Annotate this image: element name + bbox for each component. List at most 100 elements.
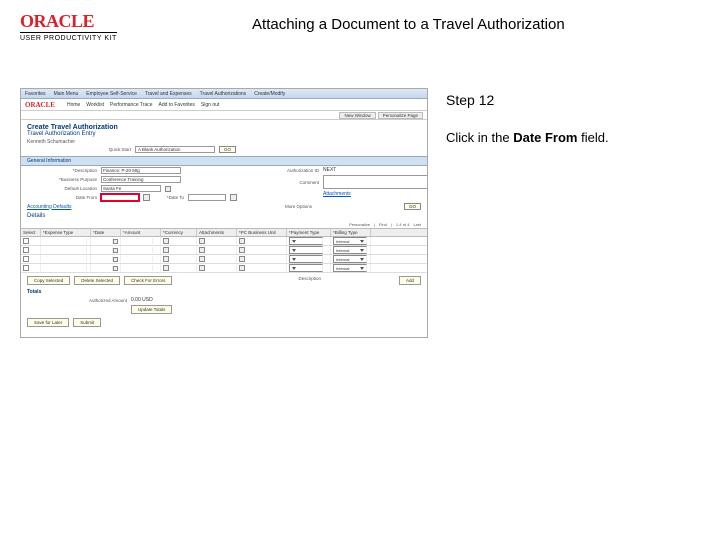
date-from-input[interactable] bbox=[101, 194, 139, 201]
currency-lookup-icon[interactable] bbox=[163, 265, 169, 271]
comment-textarea[interactable] bbox=[323, 175, 428, 189]
favorites-link[interactable]: Add to Favorites bbox=[159, 102, 195, 108]
grid-nav: Personalize| Find| 1-4 of 4 Last bbox=[21, 221, 427, 228]
attachment-icon[interactable] bbox=[199, 238, 205, 244]
check-errors-button[interactable]: Check For Errors bbox=[124, 276, 172, 285]
billing-type-select[interactable]: Internal bbox=[333, 255, 367, 263]
amount-input[interactable] bbox=[123, 247, 153, 253]
expense-type-input[interactable] bbox=[43, 265, 87, 271]
breadcrumb-item[interactable]: Create/Modify bbox=[254, 91, 285, 97]
attachment-icon[interactable] bbox=[199, 256, 205, 262]
breadcrumb-item[interactable]: Travel and Expenses bbox=[145, 91, 192, 97]
authorized-amount-value: 0.00 USD bbox=[131, 297, 153, 303]
payment-type-select[interactable] bbox=[289, 237, 323, 245]
description2-input[interactable] bbox=[325, 276, 395, 285]
attachment-icon[interactable] bbox=[199, 265, 205, 271]
personalize-page-tab[interactable]: Personalize Page bbox=[378, 112, 423, 119]
breadcrumb-item[interactable]: Travel Authorizations bbox=[200, 91, 247, 97]
calendar-icon[interactable] bbox=[113, 257, 118, 262]
calendar-icon[interactable] bbox=[230, 194, 237, 201]
quick-start-select[interactable]: A Blank Authorization bbox=[135, 146, 215, 153]
row-select-checkbox[interactable] bbox=[23, 247, 29, 253]
breadcrumb-item[interactable]: Main Menu bbox=[54, 91, 79, 97]
expense-type-input[interactable] bbox=[43, 238, 87, 244]
details-table-header: Select *Expense Type *Date *Amount *Curr… bbox=[21, 228, 427, 237]
pc-bu-lookup-icon[interactable] bbox=[239, 265, 245, 271]
row-select-checkbox[interactable] bbox=[23, 265, 29, 271]
submit-button[interactable]: Submit bbox=[73, 318, 101, 327]
calendar-icon[interactable] bbox=[143, 194, 150, 201]
add-button[interactable]: Add bbox=[399, 276, 421, 285]
row-select-checkbox[interactable] bbox=[23, 256, 29, 262]
step-text-bold: Date From bbox=[513, 130, 577, 145]
description-label: *Description bbox=[27, 168, 97, 173]
calendar-icon[interactable] bbox=[113, 239, 118, 244]
billing-type-select[interactable]: Internal bbox=[333, 237, 367, 245]
currency-lookup-icon[interactable] bbox=[163, 238, 169, 244]
worklist-link[interactable]: Worklist bbox=[86, 102, 104, 108]
date-to-input[interactable] bbox=[188, 194, 226, 201]
quick-start-go-button[interactable]: GO bbox=[219, 146, 236, 153]
accounting-defaults-link[interactable]: Accounting Defaults bbox=[27, 204, 71, 210]
payment-type-select[interactable] bbox=[289, 246, 323, 254]
breadcrumb-item[interactable]: Employee Self-Service bbox=[86, 91, 137, 97]
currency-lookup-icon[interactable] bbox=[163, 256, 169, 262]
step-text-post: field. bbox=[578, 130, 609, 145]
pc-bu-lookup-icon[interactable] bbox=[239, 247, 245, 253]
general-info-section[interactable]: General Information bbox=[21, 156, 427, 166]
row-date-input[interactable] bbox=[93, 247, 113, 253]
col-amount: *Amount bbox=[121, 229, 161, 236]
currency-lookup-icon[interactable] bbox=[163, 247, 169, 253]
expense-type-input[interactable] bbox=[43, 256, 87, 262]
row-date-input[interactable] bbox=[93, 256, 113, 262]
amount-input[interactable] bbox=[123, 238, 153, 244]
default-location-input[interactable]: Santa Fe bbox=[101, 185, 161, 192]
amount-input[interactable] bbox=[123, 265, 153, 271]
form-subheading: Travel Authorization Entry bbox=[21, 131, 427, 139]
details-section: Details bbox=[27, 213, 45, 219]
personalize-link[interactable]: Personalize bbox=[349, 222, 370, 227]
step-number: Step 12 bbox=[446, 92, 700, 108]
description-input[interactable]: Finance: P-20 Mtg bbox=[101, 167, 181, 174]
attachment-icon[interactable] bbox=[199, 247, 205, 253]
quick-start-label: Quick Start bbox=[61, 147, 131, 152]
payment-type-select[interactable] bbox=[289, 255, 323, 263]
date-from-label: Date From bbox=[27, 195, 97, 200]
pc-bu-lookup-icon[interactable] bbox=[239, 238, 245, 244]
row-date-input[interactable] bbox=[93, 265, 113, 271]
col-payment-type: *Payment Type bbox=[287, 229, 331, 236]
billing-type-select[interactable]: Internal bbox=[333, 246, 367, 254]
table-row: Internal bbox=[21, 255, 427, 264]
breadcrumb-item[interactable]: Favorites bbox=[25, 91, 46, 97]
pc-bu-lookup-icon[interactable] bbox=[239, 256, 245, 262]
expense-type-input[interactable] bbox=[43, 247, 87, 253]
col-billing-type: *Billing Type bbox=[331, 229, 371, 236]
more-options-go-button[interactable]: GO bbox=[404, 203, 421, 210]
location-lookup-icon[interactable] bbox=[165, 186, 171, 192]
calendar-icon[interactable] bbox=[113, 248, 118, 253]
billing-type-select[interactable]: Internal bbox=[333, 264, 367, 272]
business-purpose-select[interactable]: Conference Training bbox=[101, 176, 181, 183]
copy-selected-button[interactable]: Copy Selected bbox=[27, 276, 70, 285]
calendar-icon[interactable] bbox=[113, 266, 118, 271]
perf-trace-link[interactable]: Performance Trace bbox=[110, 102, 153, 108]
row-date-input[interactable] bbox=[93, 238, 113, 244]
brand-subtitle: USER PRODUCTIVITY KIT bbox=[20, 32, 117, 42]
step-text-pre: Click in the bbox=[446, 130, 513, 145]
new-window-tab[interactable]: New Window bbox=[339, 112, 375, 119]
date-to-label: *Date To bbox=[154, 195, 184, 200]
last-link[interactable]: Last bbox=[413, 222, 421, 227]
delete-selected-button[interactable]: Delete Selected bbox=[74, 276, 120, 285]
update-totals-button[interactable]: Update Totals bbox=[131, 305, 172, 314]
attachments-link[interactable]: Attachments bbox=[323, 191, 351, 197]
find-link[interactable]: Find bbox=[379, 222, 387, 227]
table-row: Internal bbox=[21, 264, 427, 273]
row-select-checkbox[interactable] bbox=[23, 238, 29, 244]
amount-input[interactable] bbox=[123, 256, 153, 262]
col-pc-business-unit: *PC Business Unit bbox=[237, 229, 287, 236]
home-link[interactable]: Home bbox=[67, 102, 80, 108]
table-row: Internal bbox=[21, 246, 427, 255]
signout-link[interactable]: Sign out bbox=[201, 102, 219, 108]
payment-type-select[interactable] bbox=[289, 264, 323, 272]
save-for-later-button[interactable]: Save for Later bbox=[27, 318, 69, 327]
